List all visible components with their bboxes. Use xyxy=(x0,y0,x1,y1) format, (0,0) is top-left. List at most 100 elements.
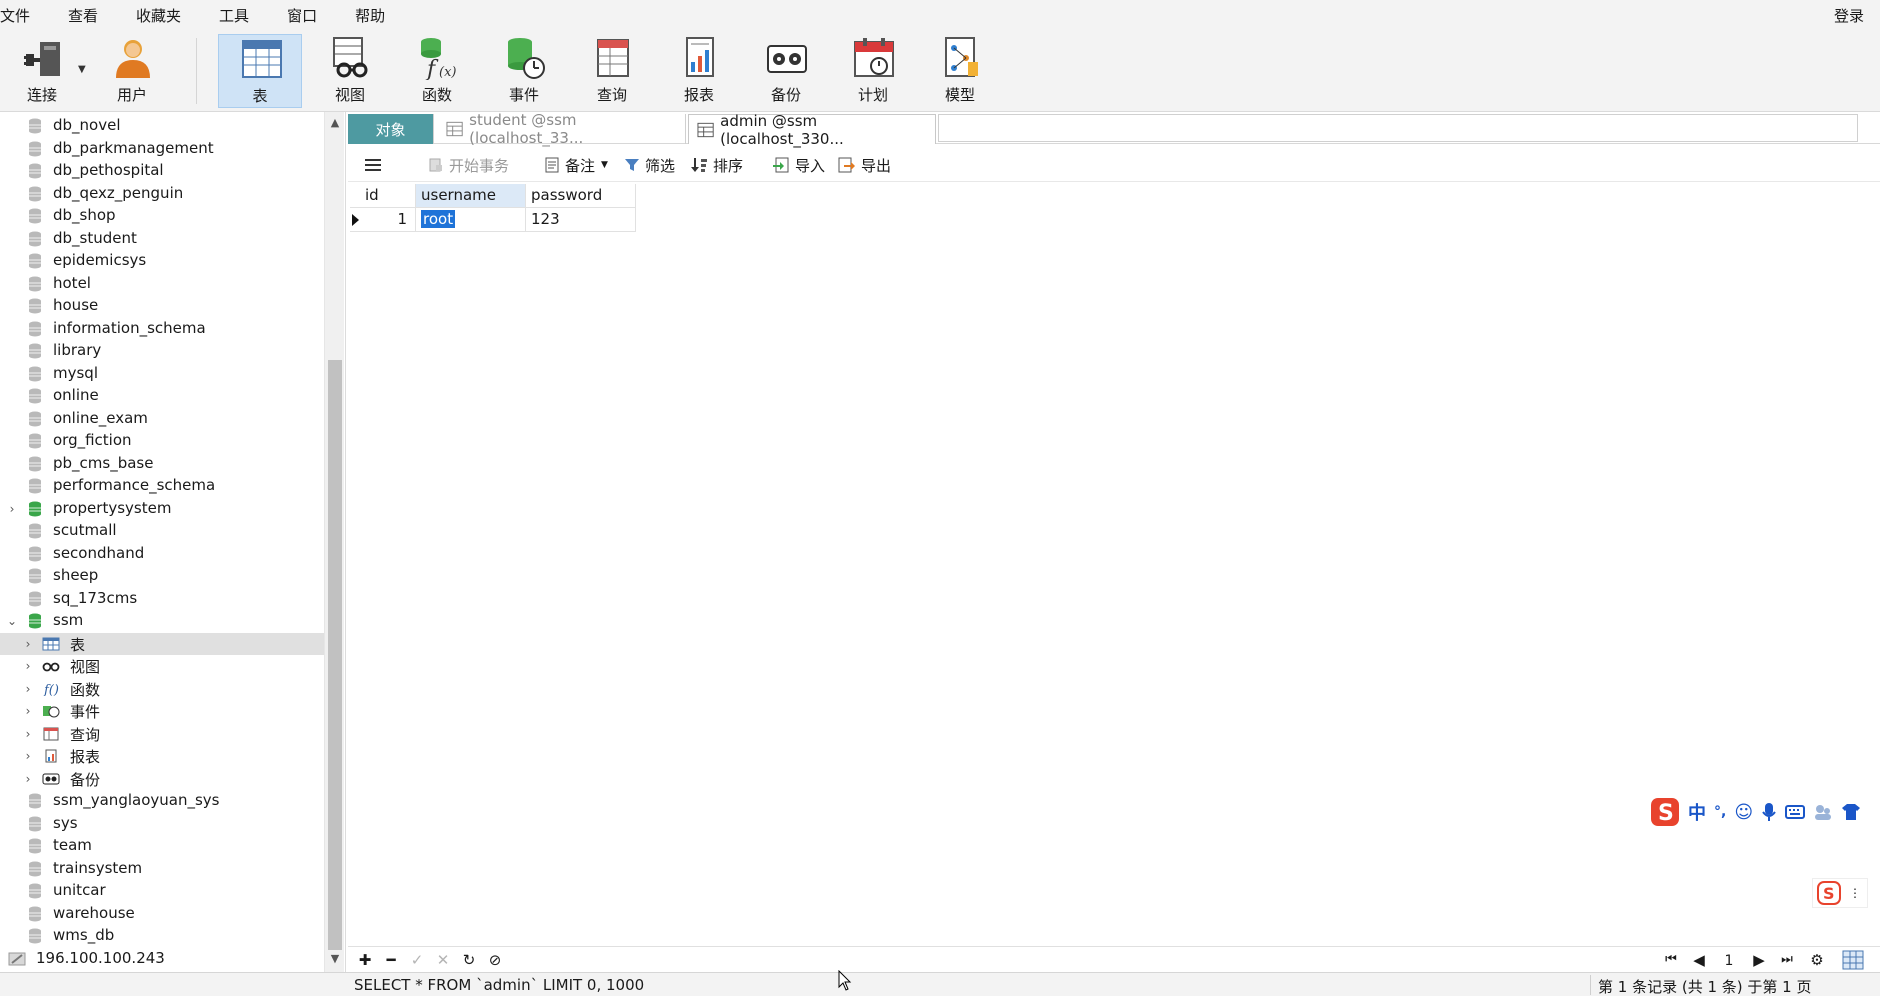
sidebar-item-unitcar[interactable]: unitcar xyxy=(0,880,324,902)
import-button[interactable]: 导入 xyxy=(772,154,825,176)
menu-view[interactable]: 查看 xyxy=(68,5,112,26)
view-button[interactable]: 视图 xyxy=(308,34,392,108)
menu-file[interactable]: 文件 xyxy=(0,5,44,26)
next-page-icon[interactable]: ▶ xyxy=(1750,951,1768,969)
sidebar-item-online_exam[interactable]: online_exam xyxy=(0,408,324,430)
chevron-down-icon[interactable]: ⌄ xyxy=(6,615,18,627)
skin-shirt-icon[interactable] xyxy=(1841,803,1861,821)
sidebar-ssm-child-1[interactable]: › 视图 xyxy=(0,655,324,677)
microphone-icon[interactable] xyxy=(1761,802,1777,822)
sidebar-item-performance_schema[interactable]: performance_schema xyxy=(0,475,324,497)
menu-window[interactable]: 窗口 xyxy=(287,5,331,26)
scroll-thumb[interactable] xyxy=(328,360,342,950)
menu-help[interactable]: 帮助 xyxy=(355,5,399,26)
sidebar-item-hotel[interactable]: hotel xyxy=(0,273,324,295)
sidebar-item-library[interactable]: library xyxy=(0,340,324,362)
cell-password[interactable]: 123 xyxy=(526,208,636,232)
backup-button[interactable]: 备份 xyxy=(744,34,828,108)
sidebar-ssm-child-3[interactable]: › 事件 xyxy=(0,700,324,722)
sidebar-ssm-child-4[interactable]: › 查询 xyxy=(0,723,324,745)
sidebar-item-mysql[interactable]: mysql xyxy=(0,363,324,385)
tab-admin[interactable]: admin @ssm (localhost_330... xyxy=(688,112,936,148)
more-vertical-icon[interactable]: ⋮ xyxy=(1849,886,1861,900)
chevron-right-icon[interactable]: › xyxy=(22,750,34,762)
column-header-password[interactable]: password xyxy=(526,184,636,208)
function-button[interactable]: f (x) 函数 xyxy=(395,34,479,108)
connect-button[interactable]: 连接 xyxy=(0,34,84,108)
sidebar-item-online[interactable]: online xyxy=(0,385,324,407)
tab-objects[interactable]: 对象 xyxy=(348,114,434,144)
sidebar-ssm-child-5[interactable]: › 报表 xyxy=(0,745,324,767)
column-header-username[interactable]: username xyxy=(416,184,526,208)
sidebar-item-wms_db[interactable]: wms_db xyxy=(0,925,324,947)
chevron-right-icon[interactable]: › xyxy=(22,728,34,740)
sidebar-connection[interactable]: 196.100.100.243 xyxy=(0,948,324,970)
sidebar-item-sq_173cms[interactable]: sq_173cms xyxy=(0,588,324,610)
sidebar-item-sheep[interactable]: sheep xyxy=(0,565,324,587)
sidebar-ssm-child-6[interactable]: › 备份 xyxy=(0,768,324,790)
chevron-right-icon[interactable]: › xyxy=(6,503,18,515)
chevron-right-icon[interactable]: › xyxy=(22,660,34,672)
filter-button[interactable]: 筛选 xyxy=(624,154,675,176)
page-number-input[interactable]: 1 xyxy=(1716,950,1742,970)
previous-page-icon[interactable]: ◀ xyxy=(1690,951,1708,969)
scroll-down-icon[interactable]: ▼ xyxy=(325,950,345,968)
query-button[interactable]: 查询 xyxy=(570,34,654,108)
sidebar-item-ssm[interactable]: ⌄ ssm xyxy=(0,610,324,632)
stop-icon[interactable]: ⊘ xyxy=(486,951,504,969)
add-record-icon[interactable]: ✚ xyxy=(356,951,374,969)
delete-record-icon[interactable]: ━ xyxy=(382,951,400,969)
scroll-up-icon[interactable]: ▲ xyxy=(325,114,345,132)
sidebar-item-secondhand[interactable]: secondhand xyxy=(0,543,324,565)
report-button[interactable]: 报表 xyxy=(657,34,741,108)
chevron-down-icon[interactable]: ▼ xyxy=(601,160,608,170)
connect-dropdown-icon[interactable]: ▼ xyxy=(78,64,86,75)
sidebar-item-warehouse[interactable]: warehouse xyxy=(0,903,324,925)
chevron-right-icon[interactable]: › xyxy=(22,683,34,695)
sidebar-item-epidemicsys[interactable]: epidemicsys xyxy=(0,250,324,272)
schedule-button[interactable]: 计划 xyxy=(831,34,915,108)
user-group-icon[interactable] xyxy=(1813,803,1833,821)
menu-icon[interactable] xyxy=(364,154,387,176)
sidebar-item-db_shop[interactable]: db_shop xyxy=(0,205,324,227)
note-button[interactable]: 备注 ▼ xyxy=(544,154,608,176)
export-button[interactable]: 导出 xyxy=(838,154,891,176)
menu-favorites[interactable]: 收藏夹 xyxy=(136,5,195,26)
sidebar-item-db_novel[interactable]: db_novel xyxy=(0,115,324,137)
sidebar-item-information_schema[interactable]: information_schema xyxy=(0,318,324,340)
last-page-icon[interactable]: ⏭ xyxy=(1778,951,1796,969)
table-button[interactable]: 表 xyxy=(218,34,302,108)
punctuation-icon[interactable]: °, xyxy=(1714,804,1726,820)
keyboard-icon[interactable] xyxy=(1785,804,1806,820)
apply-changes-icon[interactable]: ✓ xyxy=(408,951,426,969)
login-link[interactable]: 登录 xyxy=(1834,5,1864,26)
sidebar-item-org_fiction[interactable]: org_fiction xyxy=(0,430,324,452)
sidebar-scrollbar[interactable]: ▲ ▼ xyxy=(324,112,344,972)
table-row[interactable]: 1 root 123 xyxy=(350,208,636,232)
sidebar-item-trainsystem[interactable]: trainsystem xyxy=(0,858,324,880)
sidebar-item-ssm_yanglaoyuan_sys[interactable]: ssm_yanglaoyuan_sys xyxy=(0,790,324,812)
chevron-right-icon[interactable]: › xyxy=(22,773,34,785)
sidebar-item-house[interactable]: house xyxy=(0,295,324,317)
cell-username[interactable]: root xyxy=(416,208,526,232)
cell-id[interactable]: 1 xyxy=(350,208,416,232)
menu-tools[interactable]: 工具 xyxy=(219,5,263,26)
ime-chinese-mode[interactable]: 中 xyxy=(1688,799,1706,825)
first-page-icon[interactable]: ⏮ xyxy=(1662,951,1680,969)
refresh-icon[interactable]: ↻ xyxy=(460,951,478,969)
sidebar-ssm-child-2[interactable]: › f() 函数 xyxy=(0,678,324,700)
column-header-id[interactable]: id xyxy=(350,184,416,208)
tab-student[interactable]: student @ssm (localhost_33... xyxy=(438,111,686,147)
discard-changes-icon[interactable]: ✕ xyxy=(434,951,452,969)
sidebar-item-propertysystem[interactable]: › propertysystem xyxy=(0,498,324,520)
sidebar-item-scutmall[interactable]: scutmall xyxy=(0,520,324,542)
sidebar-ssm-child-0[interactable]: › 表 xyxy=(0,632,324,655)
emoji-icon[interactable]: ☺ xyxy=(1734,802,1753,823)
sidebar-item-team[interactable]: team xyxy=(0,835,324,857)
sort-button[interactable]: 排序 xyxy=(690,154,743,176)
sidebar-item-db_student[interactable]: db_student xyxy=(0,228,324,250)
ime-toolbar[interactable]: S 中 °, ☺ xyxy=(1648,794,1880,830)
chevron-right-icon[interactable]: › xyxy=(22,705,34,717)
sidebar-item-db_qexz_penguin[interactable]: db_qexz_penguin xyxy=(0,183,324,205)
ime-mini-toolbar[interactable]: S ⋮ xyxy=(1812,878,1868,908)
